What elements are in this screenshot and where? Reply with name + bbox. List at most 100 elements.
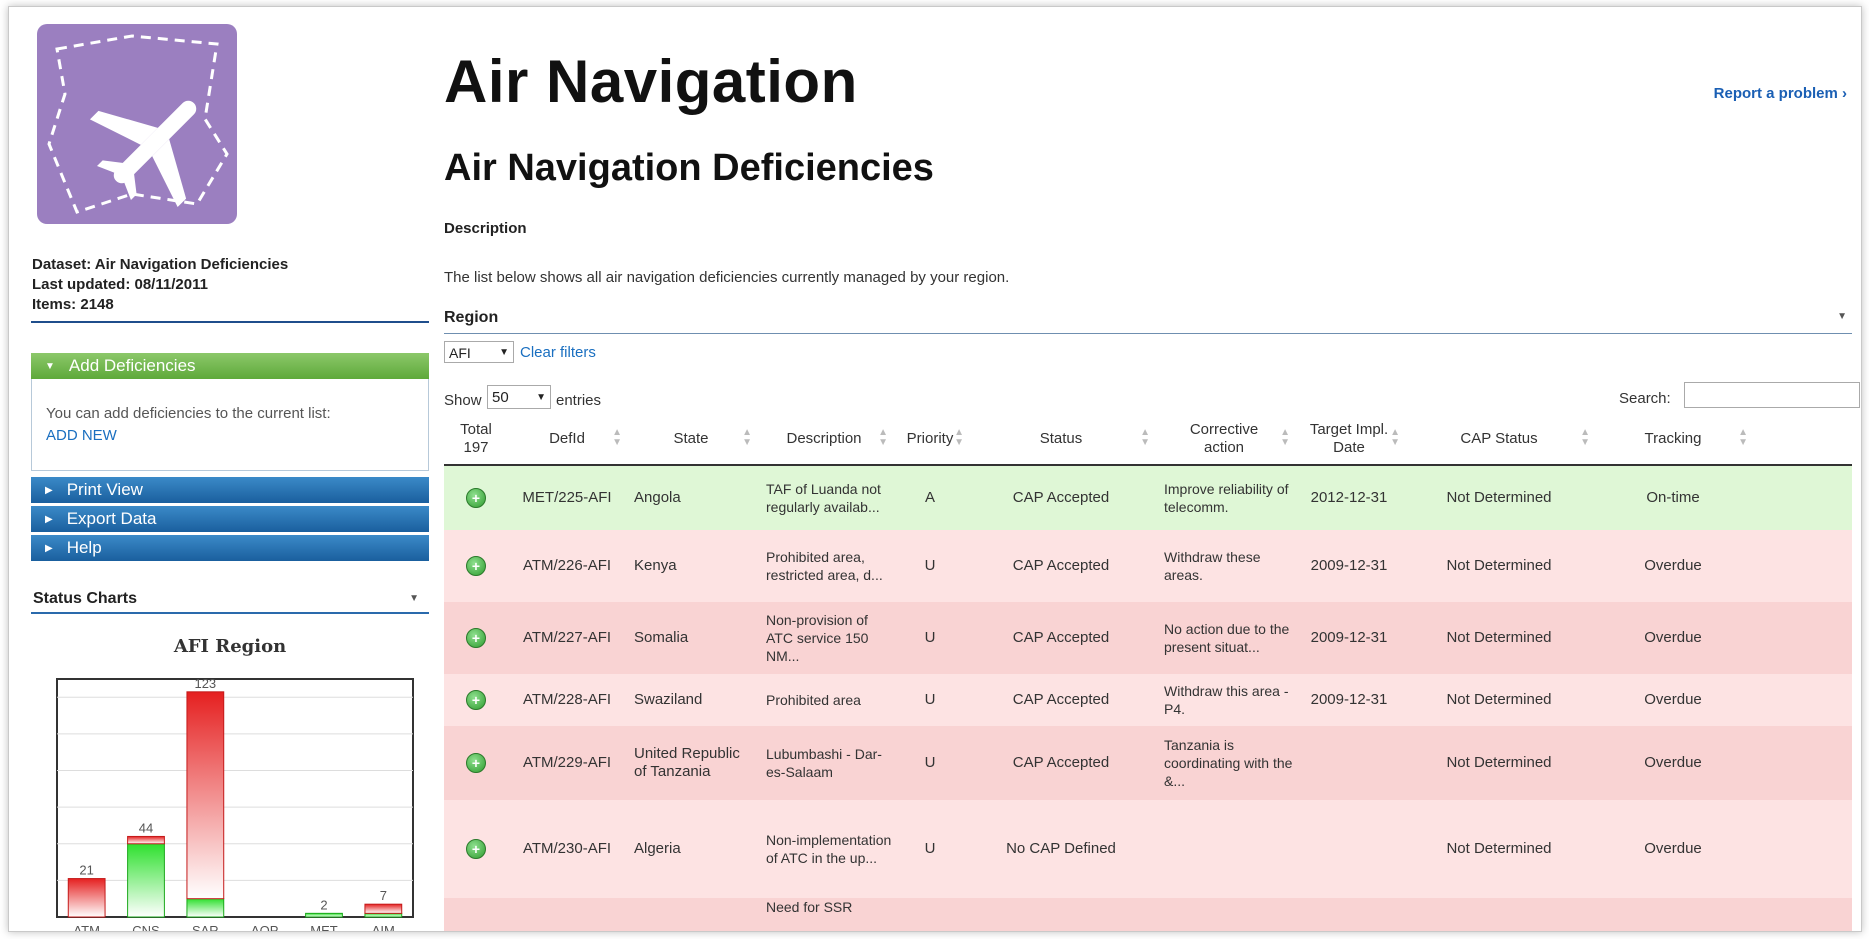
entries-per-page-select[interactable]: 50 ▼ bbox=[487, 385, 551, 409]
cell-state: Swaziland bbox=[634, 691, 703, 708]
cell-priority: U bbox=[924, 557, 936, 574]
plus-icon[interactable]: + bbox=[466, 556, 486, 576]
cell-tracking: On-time bbox=[1646, 489, 1700, 506]
cell-status: No CAP Defined bbox=[1006, 840, 1116, 857]
cell-priority: U bbox=[924, 691, 936, 708]
table-row[interactable]: + ATM/230-AFI Algeria Non-implementation… bbox=[444, 800, 1852, 898]
print-view-header[interactable]: ▶ Print View bbox=[31, 477, 429, 503]
sort-icon: ▲ ▼ bbox=[1738, 427, 1748, 448]
plus-icon[interactable]: + bbox=[466, 753, 486, 773]
chart-category-label: SAR bbox=[192, 923, 219, 932]
cell-target-date bbox=[1294, 726, 1404, 800]
cell-cap-status: Not Determined bbox=[1446, 629, 1552, 646]
cell-state: United Republic of Tanzania bbox=[634, 745, 740, 780]
chart-category-label: ATM bbox=[73, 923, 99, 932]
sort-icon: ▲ ▼ bbox=[1390, 427, 1400, 448]
table-header: Total 197 DefId ▲ ▼ State ▲ ▼ Description ▲ ▼ P… bbox=[444, 414, 1852, 466]
cell-corrective-action: Tanzania is coordinating with the &... bbox=[1164, 737, 1293, 789]
add-deficiencies-text: You can add deficiencies to the current … bbox=[46, 405, 331, 422]
cell-target-date: 2009-12-31 bbox=[1310, 557, 1388, 574]
clear-filters-link[interactable]: Clear filters bbox=[520, 344, 596, 361]
cell-status: CAP Accepted bbox=[1012, 489, 1110, 506]
cell-defid: MET/225-AFI bbox=[522, 489, 612, 506]
cell-tracking: Overdue bbox=[1644, 629, 1702, 646]
table-row[interactable]: + ATM/227-AFI Somalia Non-provision of A… bbox=[444, 602, 1852, 674]
column-header-cap-status[interactable]: CAP Status ▲ ▼ bbox=[1404, 414, 1594, 464]
column-header-state[interactable]: State ▲ ▼ bbox=[626, 414, 756, 464]
column-header-total[interactable]: Total 197 bbox=[444, 414, 508, 464]
add-new-link[interactable]: ADD NEW bbox=[46, 425, 428, 447]
region-collapse-icon[interactable]: ▼ bbox=[1837, 311, 1847, 322]
cell-tracking: Overdue bbox=[1644, 557, 1702, 574]
region-select[interactable]: AFI ▼ bbox=[444, 341, 514, 363]
dropdown-arrow-icon: ▼ bbox=[536, 392, 546, 403]
description-header-label: Description bbox=[786, 430, 862, 447]
status-charts-header[interactable]: Status Charts ▼ bbox=[31, 584, 429, 614]
cell-corrective-action: Withdraw this area - P4. bbox=[1164, 683, 1289, 717]
sort-icon: ▲ ▼ bbox=[1280, 427, 1290, 448]
expand-row-icon[interactable]: + bbox=[444, 530, 508, 602]
cell-state: Kenya bbox=[634, 557, 677, 574]
column-header-tracking[interactable]: Tracking ▲ ▼ bbox=[1594, 414, 1752, 464]
cap-status-header-label: CAP Status bbox=[1460, 430, 1538, 447]
cell-defid: ATM/228-AFI bbox=[522, 691, 612, 708]
column-header-description[interactable]: Description ▲ ▼ bbox=[756, 414, 892, 464]
table-row[interactable]: + ATM/228-AFI Swaziland Prohibited area … bbox=[444, 674, 1852, 726]
cell-defid: ATM/227-AFI bbox=[522, 629, 612, 646]
print-view-label: Print View bbox=[66, 480, 143, 499]
caret-right-icon: ▶ bbox=[45, 542, 53, 554]
chart-category-label: MET bbox=[310, 923, 338, 932]
plus-icon[interactable]: + bbox=[466, 488, 486, 508]
caret-down-icon: ▼ bbox=[45, 360, 55, 372]
table-row[interactable]: + MET/225-AFI Angola TAF of Luanda not r… bbox=[444, 466, 1852, 530]
cell-priority: A bbox=[924, 489, 935, 506]
cell-target-date bbox=[1294, 800, 1404, 898]
column-header-defid[interactable]: DefId ▲ ▼ bbox=[508, 414, 626, 464]
sort-icon: ▲ ▼ bbox=[878, 427, 888, 448]
expand-row-icon[interactable]: + bbox=[444, 800, 508, 898]
export-data-header[interactable]: ▶ Export Data bbox=[31, 506, 429, 532]
cell-description: Prohibited area, restricted area, d... bbox=[766, 549, 883, 583]
chart-data-label: 21 bbox=[79, 863, 93, 878]
cell-corrective-action: No action due to the present situat... bbox=[1164, 621, 1290, 655]
cell-corrective-action: Improve reliability of telecomm. bbox=[1164, 481, 1289, 515]
chart-data-label: 44 bbox=[139, 820, 153, 835]
chart-plot-frame bbox=[56, 678, 414, 918]
expand-row-icon[interactable]: + bbox=[444, 726, 508, 800]
cell-state: Somalia bbox=[634, 629, 689, 646]
show-label: Show bbox=[444, 392, 482, 409]
column-header-priority[interactable]: Priority ▲ ▼ bbox=[892, 414, 968, 464]
export-data-label: Export Data bbox=[66, 509, 157, 528]
region-select-value: AFI bbox=[449, 345, 471, 361]
cell-cap-status: Not Determined bbox=[1446, 840, 1552, 857]
page-frame: Dataset: Air Navigation Deficiencies Las… bbox=[8, 6, 1862, 932]
deficiencies-table: Total 197 DefId ▲ ▼ State ▲ ▼ Description ▲ ▼ P… bbox=[444, 414, 1852, 931]
plus-icon[interactable]: + bbox=[466, 628, 486, 648]
dataset-items: Items: 2148 bbox=[32, 296, 114, 313]
expand-row-icon[interactable]: + bbox=[444, 674, 508, 726]
total-count: 197 bbox=[463, 439, 489, 456]
plus-icon[interactable]: + bbox=[466, 690, 486, 710]
table-row[interactable]: Need for SSR bbox=[444, 898, 1852, 931]
chart-bar-sar-segment-0 bbox=[186, 898, 225, 918]
sort-icon: ▲ ▼ bbox=[742, 427, 752, 448]
cell-defid: ATM/226-AFI bbox=[522, 557, 612, 574]
chart-bar-aim-segment-1 bbox=[364, 903, 403, 914]
table-row[interactable]: + ATM/229-AFI United Republic of Tanzani… bbox=[444, 726, 1852, 800]
cell-description: Non-implementation of ATC in the up... bbox=[766, 832, 892, 866]
expand-row-icon[interactable]: + bbox=[444, 602, 508, 674]
column-header-status[interactable]: Status ▲ ▼ bbox=[968, 414, 1154, 464]
report-problem-link[interactable]: Report a problem › bbox=[1714, 85, 1847, 102]
sort-icon: ▲ ▼ bbox=[612, 427, 622, 448]
search-input[interactable] bbox=[1684, 382, 1860, 408]
expand-row-icon[interactable]: + bbox=[444, 466, 508, 530]
column-header-corrective-action[interactable]: Corrective action ▲ ▼ bbox=[1154, 414, 1294, 464]
dataset-name: Dataset: Air Navigation Deficiencies bbox=[32, 256, 289, 273]
state-header-label: State bbox=[673, 430, 709, 447]
add-deficiencies-header[interactable]: ▼ Add Deficiencies bbox=[31, 353, 429, 379]
table-row[interactable]: + ATM/226-AFI Kenya Prohibited area, res… bbox=[444, 530, 1852, 602]
help-header[interactable]: ▶ Help bbox=[31, 535, 429, 561]
column-header-target-date[interactable]: Target Impl. Date ▲ ▼ bbox=[1294, 414, 1404, 464]
plus-icon[interactable]: + bbox=[466, 839, 486, 859]
target-header-label: Target Impl. Date bbox=[1309, 421, 1389, 456]
